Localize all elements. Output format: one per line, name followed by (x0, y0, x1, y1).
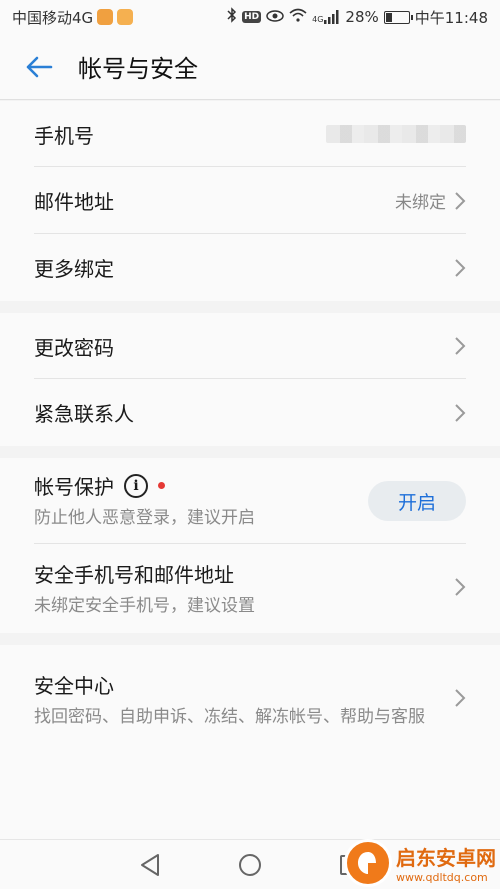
red-dot-badge (158, 482, 165, 490)
notification-icon (97, 9, 114, 25)
security-center-description: 找回密码、自助申诉、冻结、解冻帐号、帮助与客服 (34, 707, 425, 728)
watermark: 启东安卓网 www.qdltdq.com (344, 839, 496, 887)
email-row[interactable]: 邮件地址 未绑定 (0, 167, 500, 234)
account-protection-description: 防止他人恶意登录，建议开启 (34, 508, 255, 529)
info-icon[interactable]: i (124, 473, 148, 498)
emergency-contact-label: 紧急联系人 (34, 402, 134, 426)
carrier-label: 中国移动4G (12, 8, 94, 27)
message-icon (117, 9, 134, 25)
account-binding-group: 手机号 邮件地址 未绑定 更多绑定 (0, 101, 500, 301)
more-bind-label: 更多绑定 (34, 257, 114, 281)
clock: 中午11:48 (414, 8, 488, 27)
battery-percent: 28% (345, 8, 379, 26)
email-label: 邮件地址 (34, 190, 114, 214)
hd-icon: HD (242, 11, 262, 23)
signal-icon: 4G (312, 10, 340, 24)
security-center-row[interactable]: 安全中心 找回密码、自助申诉、冻结、解冻帐号、帮助与客服 (0, 645, 500, 755)
secure-phone-email-description: 未绑定安全手机号，建议设置 (34, 595, 255, 616)
battery-icon (383, 10, 413, 24)
app-header: 帐号与安全 (0, 34, 500, 100)
protection-group: 帐号保护 i 防止他人恶意登录，建议开启 开启 安全手机号和邮件地址 未绑定安全… (0, 458, 500, 633)
watermark-logo-icon (344, 839, 392, 887)
account-protection-row: 帐号保护 i 防止他人恶意登录，建议开启 开启 (0, 458, 500, 544)
password-group: 更改密码 紧急联系人 (0, 313, 500, 446)
nav-back-button[interactable] (130, 845, 170, 885)
wifi-icon (289, 8, 307, 26)
account-protection-label: 帐号保护 (34, 475, 114, 500)
back-arrow-icon (26, 56, 53, 77)
more-bind-row[interactable]: 更多绑定 (0, 234, 500, 301)
bluetooth-icon (227, 7, 237, 27)
emergency-contact-row[interactable]: 紧急联系人 (0, 379, 500, 446)
chevron-right-icon (454, 336, 466, 356)
enable-protection-button[interactable]: 开启 (368, 481, 466, 521)
watermark-url: www.qdltdq.com (396, 871, 488, 884)
chevron-right-icon (454, 403, 466, 423)
phone-label: 手机号 (34, 123, 94, 148)
chevron-right-icon (454, 688, 466, 712)
nav-home-button[interactable] (230, 845, 270, 885)
status-bar: 中国移动4G HD 4G 28% 中午11:48 (0, 0, 500, 34)
eye-icon (266, 8, 284, 26)
chevron-right-icon (454, 577, 466, 601)
phone-value-masked (326, 125, 466, 143)
secure-phone-email-label: 安全手机号和邮件地址 (34, 562, 234, 587)
chevron-right-icon (454, 258, 466, 278)
triangle-back-icon (141, 853, 159, 876)
email-status: 未绑定 (395, 193, 446, 213)
circle-home-icon (239, 853, 261, 876)
watermark-title: 启东安卓网 (396, 846, 496, 870)
phone-row[interactable]: 手机号 (0, 101, 500, 167)
page-title: 帐号与安全 (78, 55, 198, 83)
chevron-right-icon (454, 191, 466, 211)
security-center-group: 安全中心 找回密码、自助申诉、冻结、解冻帐号、帮助与客服 (0, 645, 500, 839)
security-center-label: 安全中心 (34, 674, 114, 699)
secure-phone-email-row[interactable]: 安全手机号和邮件地址 未绑定安全手机号，建议设置 (0, 544, 500, 633)
change-password-label: 更改密码 (34, 335, 114, 360)
back-button[interactable] (14, 42, 64, 92)
change-password-row[interactable]: 更改密码 (0, 313, 500, 379)
